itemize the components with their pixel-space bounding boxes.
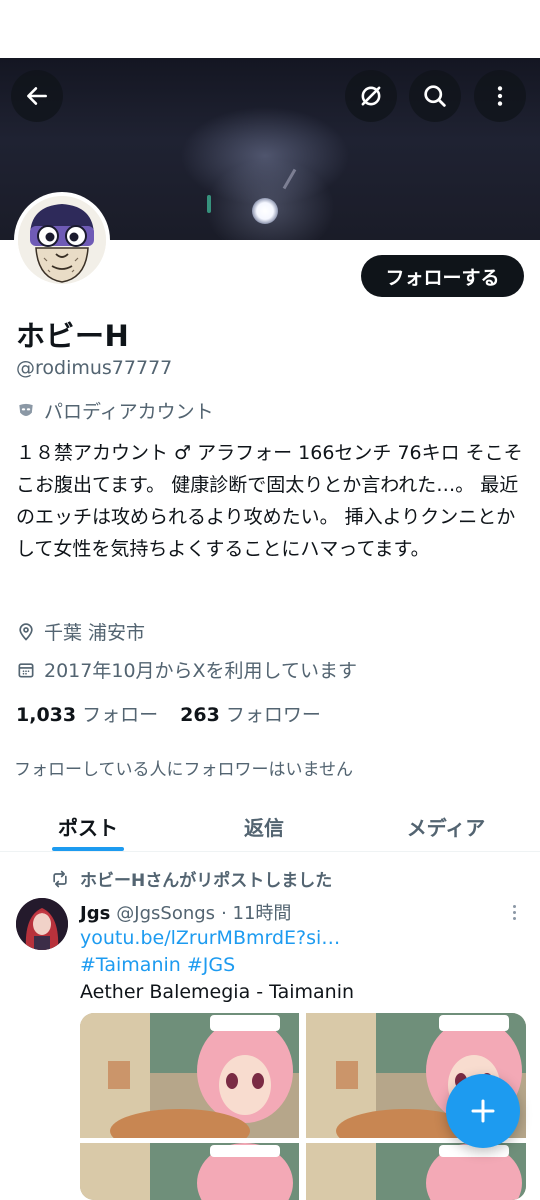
following-count: 1,033 [16, 704, 77, 726]
calendar-icon [18, 662, 34, 677]
location-row: 千葉 浦安市 [16, 618, 145, 645]
joined-text: 2017年10月からXを利用しています [44, 660, 357, 682]
post-author-avatar[interactable] [16, 898, 68, 950]
profile-bio: １８禁アカウント ♂ アラフォー 166センチ 76キロ そこそこお腹出てます。… [16, 442, 523, 560]
user-handle: @rodimus77777 [16, 357, 173, 379]
search-icon [424, 85, 446, 107]
back-button[interactable] [11, 70, 63, 122]
repost-text: ホビーHさんがリポストしました [80, 871, 333, 891]
follow-counts: 1,033 フォロー 263 フォロワー [16, 700, 321, 727]
media-image-3[interactable] [80, 1143, 299, 1200]
active-tab-indicator [52, 847, 124, 851]
post-more-button[interactable] [505, 899, 523, 925]
follow-button[interactable]: フォローする [361, 255, 524, 297]
dot-icon [512, 916, 516, 920]
repost-icon [53, 870, 67, 887]
post-author-handle[interactable]: @JgsSongs [116, 903, 215, 924]
more-options-button[interactable] [474, 70, 526, 122]
grok-button[interactable] [345, 70, 397, 122]
avatar-illustration [18, 196, 106, 284]
followers-label: フォロワー [225, 704, 321, 726]
status-bar [0, 0, 540, 58]
post-header: Jgs @JgsSongs · 11時間 [80, 899, 291, 925]
plus-icon [471, 1099, 495, 1123]
tab-posts[interactable]: ポスト [0, 800, 176, 852]
location-pin-icon [19, 622, 33, 641]
tab-media[interactable]: メディア [352, 800, 540, 852]
tab-replies[interactable]: 返信 [176, 800, 352, 852]
followers-link[interactable]: 263 フォロワー [180, 700, 321, 727]
mask-icon [19, 403, 33, 416]
display-name: ホビーH [16, 319, 130, 353]
post-author-name[interactable]: Jgs [80, 903, 110, 924]
arrow-left-icon [27, 87, 47, 105]
location-text: 千葉 浦安市 [44, 622, 146, 644]
media-image-4[interactable] [306, 1143, 526, 1200]
dot-icon [512, 910, 516, 914]
following-link[interactable]: 1,033 フォロー [16, 700, 158, 727]
banner-glint [207, 195, 211, 213]
following-label: フォロー [82, 704, 159, 726]
media-image-1[interactable] [80, 1013, 299, 1138]
repost-indicator[interactable]: ホビーHさんがリポストしました [50, 866, 332, 891]
post-hashtags[interactable]: #Taimanin #JGS [80, 954, 235, 976]
vertical-dots-icon [497, 86, 503, 106]
post-timestamp[interactable]: · 11時間 [221, 899, 291, 925]
compose-post-button[interactable] [446, 1074, 520, 1148]
profile-tabs: ポスト 返信 メディア [0, 800, 540, 852]
search-button[interactable] [409, 70, 461, 122]
post-link[interactable]: youtu.be/lZrurMBmrdE?si… [80, 927, 340, 949]
joined-row: 2017年10月からXを利用しています [16, 656, 357, 683]
profile-avatar[interactable] [14, 192, 110, 288]
parody-label-text: パロディアカウント [44, 401, 214, 423]
parody-label[interactable]: パロディアカウント [16, 397, 214, 424]
post-text: Aether Balemegia - Taimanin [80, 981, 355, 1003]
followers-count: 263 [180, 704, 220, 726]
banner-moon [252, 198, 278, 224]
dot-icon [512, 904, 516, 908]
mutual-followers-note: フォローしている人にフォロワーはいません [14, 760, 353, 780]
slashed-circle-icon [361, 86, 381, 106]
